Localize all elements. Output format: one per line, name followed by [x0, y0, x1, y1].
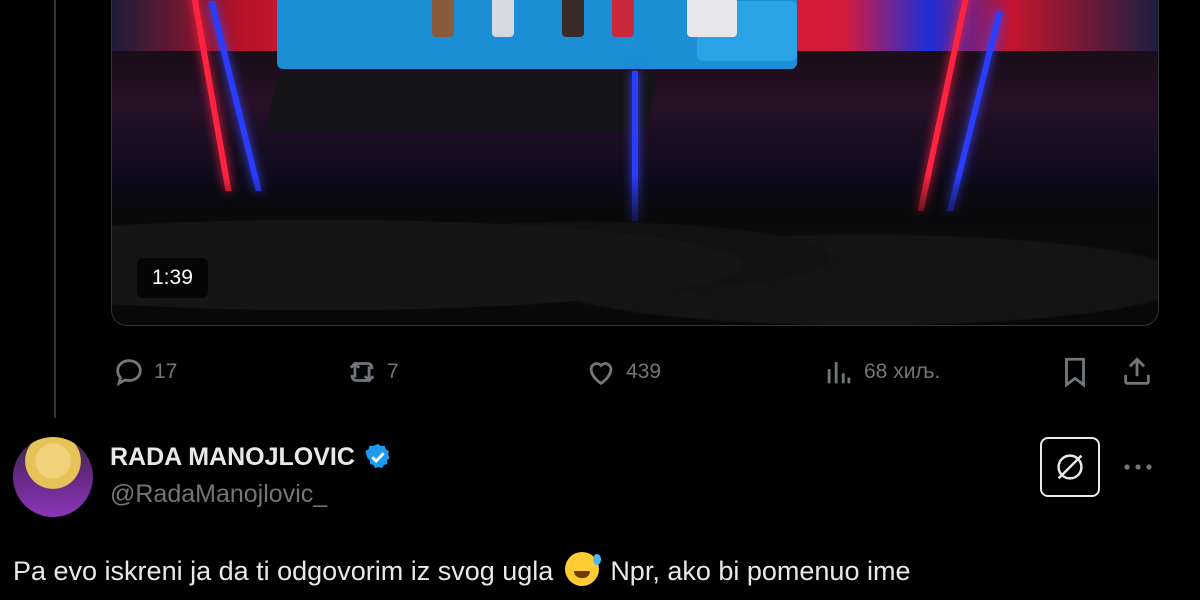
video-frame-person [492, 0, 514, 37]
video-frame-person [432, 0, 454, 37]
embedded-video[interactable] [111, 0, 1159, 326]
more-icon [1124, 464, 1152, 470]
tweet-action-bar: 17 7 439 68 хиљ. [0, 350, 1200, 394]
reply-count: 17 [154, 360, 178, 383]
bookmark-icon [1065, 357, 1085, 388]
user-handle[interactable]: @RadaManojlovic_ [110, 480, 327, 509]
video-frame-person [562, 0, 584, 37]
repost-button[interactable]: 7 [345, 350, 399, 394]
bookmark-button[interactable] [1058, 350, 1092, 394]
video-frame-audience [112, 175, 1158, 325]
reply-text-part-2: Npr, ako bi pomenuo ime [610, 556, 911, 586]
reply-text: Pa evo iskreni ja da ti odgovorim iz svo… [13, 552, 1183, 587]
more-options-button[interactable] [1118, 452, 1158, 482]
views-icon [827, 362, 851, 384]
like-icon [589, 362, 613, 386]
reply-button[interactable]: 17 [112, 350, 177, 394]
video-frame-rug [264, 73, 660, 131]
share-icon [1124, 357, 1150, 385]
repost-icon [349, 361, 375, 383]
share-button[interactable] [1120, 350, 1154, 394]
reply-icon [116, 359, 142, 387]
video-frame-person [612, 0, 634, 37]
repost-count: 7 [387, 360, 399, 383]
grok-button[interactable] [1040, 437, 1100, 497]
emoji-sweat-smile [564, 552, 601, 586]
like-button[interactable]: 439 [584, 350, 661, 394]
avatar[interactable] [13, 437, 93, 517]
view-count: 68 хиљ. [864, 360, 941, 383]
grok-icon [1057, 454, 1083, 480]
reply-author-row: RADA MANOJLOVIC [110, 442, 393, 472]
video-timestamp: 1:39 [137, 258, 208, 298]
reply-text-part-1: Pa evo iskreni ja da ti odgovorim iz svo… [13, 556, 554, 586]
like-count: 439 [626, 360, 662, 383]
video-frame-person [687, 0, 737, 37]
views-button[interactable]: 68 хиљ. [822, 350, 940, 394]
display-name[interactable]: RADA MANOJLOVIC [110, 443, 355, 472]
verified-icon[interactable] [363, 442, 393, 472]
